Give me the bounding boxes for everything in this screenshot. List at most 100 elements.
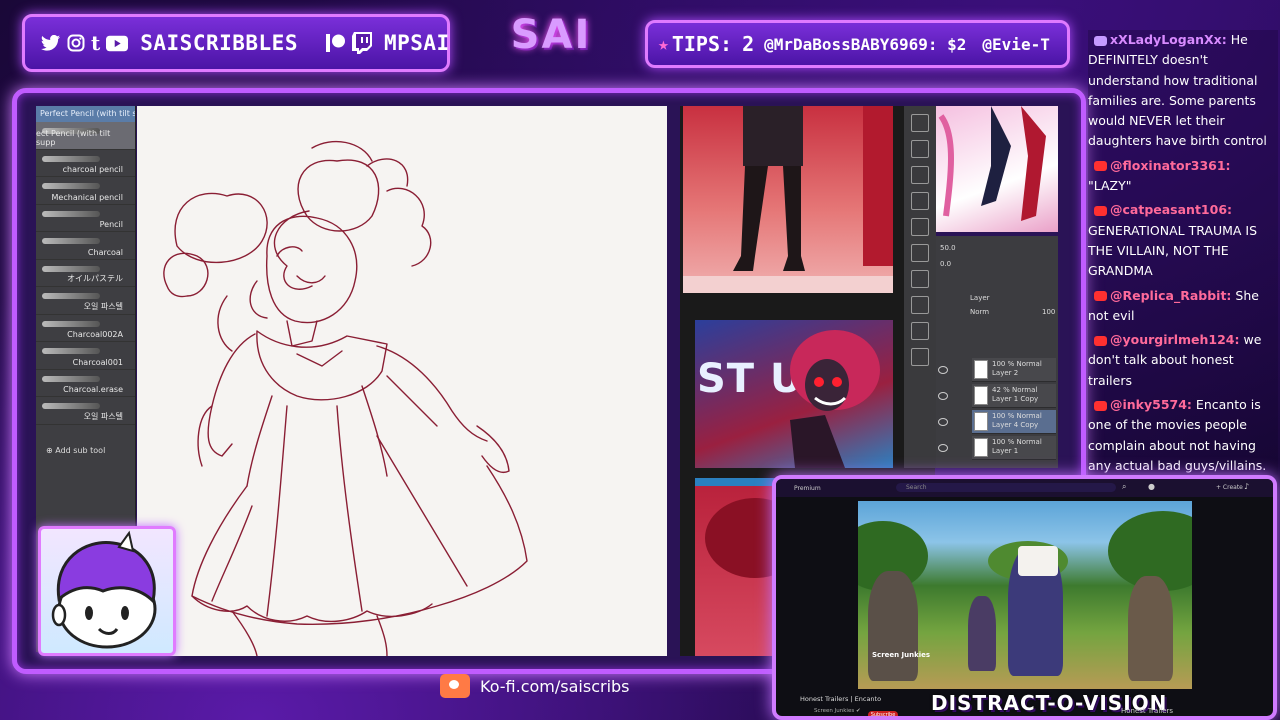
chat-panel: xXLadyLoganXx: He DEFINITELY doesn't und… xyxy=(1088,30,1278,475)
eye-icon[interactable] xyxy=(938,418,948,426)
chat-text: He DEFINITELY doesn't understand how tra… xyxy=(1088,32,1267,149)
brush-item[interactable]: 오일 파스텔 xyxy=(36,397,135,425)
camera-icon[interactable] xyxy=(911,166,929,184)
import-icon[interactable] xyxy=(911,114,929,132)
video-watermark: Screen Junkies xyxy=(872,651,931,659)
brush-item[interactable]: オイルパステル xyxy=(36,260,135,287)
blend-mode-select[interactable]: Norm xyxy=(970,308,989,316)
youtube-badge-icon xyxy=(1094,400,1107,411)
grid-icon[interactable] xyxy=(911,348,929,366)
plus-icon: ⊕ xyxy=(46,446,53,455)
brush-item[interactable]: Charcoal.erase xyxy=(36,370,135,397)
chat-text: "LAZY" xyxy=(1088,178,1132,194)
layer-mode: 42 % Normal xyxy=(992,386,1038,394)
rotate-value: 0.0 xyxy=(940,260,952,268)
layer-row[interactable]: 100 % Normal Layer 1 xyxy=(972,436,1056,460)
subscribe-button[interactable]: Subscribe xyxy=(868,711,898,716)
download-icon[interactable] xyxy=(911,270,929,288)
bell-icon[interactable]: ♪ xyxy=(1244,482,1249,491)
distract-o-vision-window: Premium Search ⌕ ● + Create ♪ Screen Jun… xyxy=(772,475,1277,720)
youtube-badge-icon xyxy=(1094,291,1107,302)
star-icon: ★ xyxy=(658,33,669,55)
twitch-icon xyxy=(351,32,372,54)
layer-label: Layer xyxy=(970,294,990,302)
brush-item[interactable]: charcoal pencil xyxy=(36,150,135,177)
opacity-value: 100 xyxy=(1042,308,1056,316)
chat-message: @inky5574: Encanto is one of the movies … xyxy=(1088,395,1278,476)
kofi-url: Ko-fi.com/saiscribs xyxy=(480,676,630,696)
brush-label: charcoal pencil xyxy=(62,165,123,174)
add-sub-tool-button[interactable]: ⊕ Add sub tool xyxy=(46,446,105,455)
brush-label: Charcoal002A xyxy=(67,330,123,339)
youtube-brand: Premium xyxy=(794,484,821,492)
layer-row[interactable]: 100 % Normal Layer 4 Copy xyxy=(972,410,1056,434)
twitter-icon xyxy=(41,32,61,54)
youtube-icon xyxy=(106,32,129,54)
kofi-cup-icon xyxy=(440,674,470,698)
chat-username: @Replica_Rabbit: xyxy=(1110,287,1232,303)
save-icon[interactable] xyxy=(911,140,929,158)
video-player[interactable]: Screen Junkies xyxy=(858,501,1192,689)
streamer-avatar xyxy=(38,526,176,656)
brush-item[interactable]: Charcoal xyxy=(36,232,135,260)
instagram-icon xyxy=(67,32,85,54)
video-title: Honest Trailers | Encanto xyxy=(800,695,882,703)
youtube-search-input[interactable]: Search xyxy=(896,483,1116,492)
brush-stroke-preview xyxy=(42,293,100,299)
eye-icon[interactable] xyxy=(938,444,948,452)
subscriber-badge-icon xyxy=(1094,35,1107,46)
tips-count: 2 xyxy=(742,32,755,56)
brush-stroke-preview xyxy=(42,210,100,217)
layer-thumbnail xyxy=(974,386,988,405)
layer-thumbnail xyxy=(974,360,988,379)
zoom-value: 50.0 xyxy=(940,244,956,252)
mic-icon[interactable]: ● xyxy=(1148,482,1155,491)
chat-username: @floxinator3361: xyxy=(1110,157,1231,173)
add-sub-tool-label: Add sub tool xyxy=(55,446,106,455)
brush-item[interactable]: Mechanical pencil xyxy=(36,177,135,205)
brush-item[interactable]: Pencil xyxy=(36,205,135,232)
brush-item[interactable]: Charcoal002A xyxy=(36,315,135,342)
eye-icon[interactable] xyxy=(938,392,948,400)
chat-message: @Replica_Rabbit: She not evil xyxy=(1088,286,1278,327)
brush-label: 오일 파스텔 xyxy=(83,301,123,311)
camera-icon[interactable] xyxy=(911,218,929,236)
sai-tool-column xyxy=(904,106,936,468)
chat-username: @catpeasant106: xyxy=(1110,202,1233,218)
brush-label: Charcoal.erase xyxy=(63,385,123,394)
brush-label: Pencil xyxy=(99,220,123,229)
youtube-badge-icon xyxy=(1094,205,1107,216)
chat-username: @inky5574: xyxy=(1110,397,1192,413)
tip-item: @MrDaBossBABY6969: $2 xyxy=(764,34,967,54)
edit-icon[interactable] xyxy=(911,296,929,314)
layer-mode: 100 % Normal xyxy=(992,360,1042,368)
layer-mode: 100 % Normal xyxy=(992,412,1042,420)
brush-stroke-preview xyxy=(42,155,100,162)
social-handle: SAISCRIBBLES xyxy=(140,31,298,55)
kofi-link[interactable]: Ko-fi.com/saiscribs xyxy=(440,670,680,702)
layer-row[interactable]: 42 % Normal Layer 1 Copy xyxy=(972,384,1056,408)
brush-item[interactable]: Charcoal001 xyxy=(36,342,135,370)
drawing-canvas[interactable] xyxy=(137,106,667,657)
chat-message: xXLadyLoganXx: He DEFINITELY doesn't und… xyxy=(1088,30,1278,152)
brush-label: オイルパステル xyxy=(67,274,123,283)
youtube-topbar: Premium Search ⌕ ● + Create ♪ xyxy=(776,479,1273,497)
create-button[interactable]: + Create xyxy=(1216,484,1243,491)
layer-row[interactable]: 100 % Normal Layer 2 xyxy=(972,358,1056,382)
image-icon[interactable] xyxy=(911,244,929,262)
brush-label: 오일 파스텔 xyxy=(83,411,123,421)
search-icon[interactable]: ⌕ xyxy=(1122,482,1126,492)
brush-item[interactable]: 오일 파스텔 xyxy=(36,287,135,315)
chat-text: GENERATIONAL TRAUMA IS THE VILLAIN, NOT … xyxy=(1088,222,1258,279)
reference-image-character: ST US xyxy=(695,320,893,468)
brush-stroke-preview xyxy=(42,183,100,189)
patreon-icon xyxy=(325,32,346,54)
channel-logo: SAI xyxy=(510,12,592,58)
eye-icon[interactable] xyxy=(938,366,948,374)
brush-label: Mechanical pencil xyxy=(51,192,123,202)
brush-item[interactable]: ect Pencil (with tilt supp xyxy=(36,122,135,150)
tumblr-icon: t xyxy=(91,31,101,55)
camera-icon[interactable] xyxy=(911,322,929,340)
brush-stroke-preview xyxy=(42,348,100,354)
download-icon[interactable] xyxy=(911,192,929,210)
